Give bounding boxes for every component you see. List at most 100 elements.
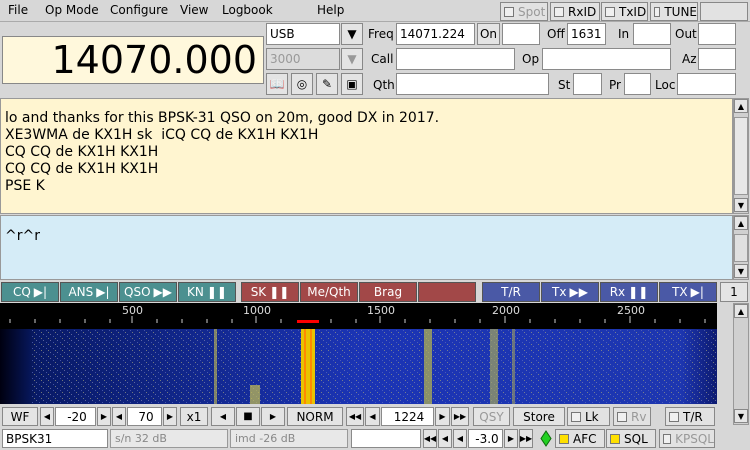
rx-scrollbar[interactable]: ▲ ▼	[733, 98, 749, 214]
range-inc-button[interactable]: ▶	[163, 407, 177, 426]
offset-field[interactable]: 1224	[381, 407, 434, 426]
norm-button[interactable]: NORM	[287, 407, 343, 426]
macro-cq-button[interactable]: CQ ▶|	[1, 282, 59, 302]
pr-field[interactable]	[624, 73, 651, 95]
macro-sk-button[interactable]: SK ❚❚	[241, 282, 299, 302]
bandwidth-select[interactable]: 3000	[266, 48, 340, 70]
scroll-down-icon[interactable]: ▼	[734, 264, 748, 278]
menu-view[interactable]: View	[180, 3, 208, 17]
on-button[interactable]: On	[477, 23, 500, 45]
macro-tr-button[interactable]: T/R	[482, 282, 540, 302]
qth-field[interactable]	[396, 73, 549, 95]
afc-fwd-button[interactable]: ▶▶	[519, 429, 533, 448]
op-field[interactable]	[542, 48, 671, 70]
mode-select[interactable]: USB	[266, 23, 340, 45]
off-field[interactable]: 1631	[567, 23, 606, 45]
tx-scrollbar[interactable]: ▲ ▼	[733, 215, 749, 280]
afc-value-field[interactable]: -3.0	[468, 429, 503, 448]
book-icon: 📖	[269, 77, 285, 91]
afc-toggle[interactable]: AFC	[555, 429, 605, 448]
afc-back-button[interactable]: ◀	[438, 429, 452, 448]
tx-text-area[interactable]: ^r^r	[0, 215, 733, 280]
macro-qso-button[interactable]: QSO ▶▶	[119, 282, 177, 302]
step-fwd-button[interactable]: ▶	[435, 407, 450, 426]
rx-line: CQ CQ de KX1H KX1H	[5, 161, 159, 177]
out-field[interactable]	[698, 23, 736, 45]
mode-dropdown-button[interactable]: ▼	[341, 23, 363, 45]
rv-toggle[interactable]: Rv	[613, 407, 651, 426]
macro-brag-button[interactable]: Brag	[359, 282, 417, 302]
fast-back-button[interactable]: ◀◀	[346, 407, 364, 426]
wf-button[interactable]: WF	[2, 407, 38, 426]
log-icon-button[interactable]: 📖	[266, 73, 288, 95]
menu-help[interactable]: Help	[317, 3, 344, 17]
bandwidth-dropdown-button[interactable]: ▼	[341, 48, 363, 70]
st-field[interactable]	[573, 73, 602, 95]
step-back-button[interactable]: ◀	[365, 407, 380, 426]
stop-button[interactable]: ■	[236, 407, 260, 426]
rxid-toggle[interactable]: RxID	[550, 2, 600, 21]
arrow-left-icon: ◀	[43, 412, 51, 421]
fast-fwd-button[interactable]: ▶▶	[451, 407, 469, 426]
frequency-display[interactable]: 14070.000	[2, 36, 264, 84]
rx-text-area[interactable]: lo and thanks for this BPSK-31 QSO on 20…	[0, 98, 733, 214]
chevron-down-icon: ▼	[347, 27, 357, 41]
ref-level-field[interactable]: -20	[55, 407, 96, 426]
slow-right-button[interactable]: ▶	[261, 407, 285, 426]
macro-label: Tx	[552, 285, 567, 299]
scroll-thumb[interactable]	[734, 117, 748, 195]
status-blank[interactable]	[351, 429, 421, 448]
freq-field[interactable]: 14071.224	[396, 23, 475, 45]
afc-step-back-button[interactable]: ◀	[453, 429, 467, 448]
txid-toggle[interactable]: TxID	[601, 2, 648, 21]
menu-configure[interactable]: Configure	[110, 3, 168, 17]
clear-icon-button[interactable]: ✎	[316, 73, 338, 95]
status-mode[interactable]: BPSK31	[2, 429, 108, 448]
lookup-icon-button[interactable]: ◎	[291, 73, 313, 95]
status-imd: imd -26 dB	[230, 429, 348, 448]
macro-meqth-button[interactable]: Me/Qth	[300, 282, 358, 302]
sql-toggle[interactable]: SQL	[606, 429, 656, 448]
afc-fast-back-button[interactable]: ◀◀	[423, 429, 437, 448]
tune-toggle[interactable]: TUNE	[650, 2, 698, 21]
blank-toggle[interactable]	[700, 2, 748, 21]
range-dec-button[interactable]: ◀	[112, 407, 126, 426]
scroll-thumb[interactable]	[734, 234, 748, 262]
az-field[interactable]	[698, 48, 736, 70]
macro-page-button[interactable]: 1	[720, 282, 748, 302]
call-field[interactable]	[396, 48, 515, 70]
scroll-down-icon[interactable]: ▼	[734, 198, 748, 212]
macro-kn-button[interactable]: KN ❚❚	[178, 282, 236, 302]
macro-txi-button[interactable]: TX ▶|	[659, 282, 717, 302]
macro-rx-button[interactable]: Rx ❚❚	[600, 282, 658, 302]
waterfall-scrollbar[interactable]: ▲ ▼	[733, 303, 749, 425]
arrow-left-icon: ◀	[369, 412, 376, 421]
macro-ans-button[interactable]: ANS ▶|	[60, 282, 118, 302]
lock-toggle[interactable]: Lk	[567, 407, 610, 426]
zoom-button[interactable]: x1	[180, 407, 208, 426]
in-field[interactable]	[633, 23, 671, 45]
range-field[interactable]: 70	[127, 407, 162, 426]
macro-blank-button[interactable]	[418, 282, 476, 302]
tr-toggle[interactable]: T/R	[665, 407, 715, 426]
scroll-down-icon[interactable]: ▼	[734, 409, 748, 423]
store-button[interactable]: Store	[513, 407, 565, 426]
afc-step-fwd-button[interactable]: ▶	[504, 429, 518, 448]
macro-tx-button[interactable]: Tx ▶▶	[541, 282, 599, 302]
loc-field[interactable]	[677, 73, 736, 95]
on-field[interactable]	[502, 23, 540, 45]
scroll-up-icon[interactable]: ▲	[734, 99, 748, 113]
menu-file[interactable]: File	[8, 3, 28, 17]
qsy-button[interactable]: QSY	[473, 407, 510, 426]
scroll-up-icon[interactable]: ▲	[734, 216, 748, 230]
chevron-down-icon: ▼	[347, 52, 357, 66]
ref-dec-button[interactable]: ◀	[40, 407, 54, 426]
kpsql-toggle[interactable]: KPSQL	[659, 429, 715, 448]
slow-left-button[interactable]: ◀	[211, 407, 235, 426]
ref-inc-button[interactable]: ▶	[97, 407, 111, 426]
scroll-up-icon[interactable]: ▲	[734, 304, 748, 318]
menu-logbook[interactable]: Logbook	[222, 3, 273, 17]
menu-op-mode[interactable]: Op Mode	[45, 3, 99, 17]
spot-toggle[interactable]: Spot	[500, 2, 548, 21]
save-icon-button[interactable]: ▣	[341, 73, 363, 95]
